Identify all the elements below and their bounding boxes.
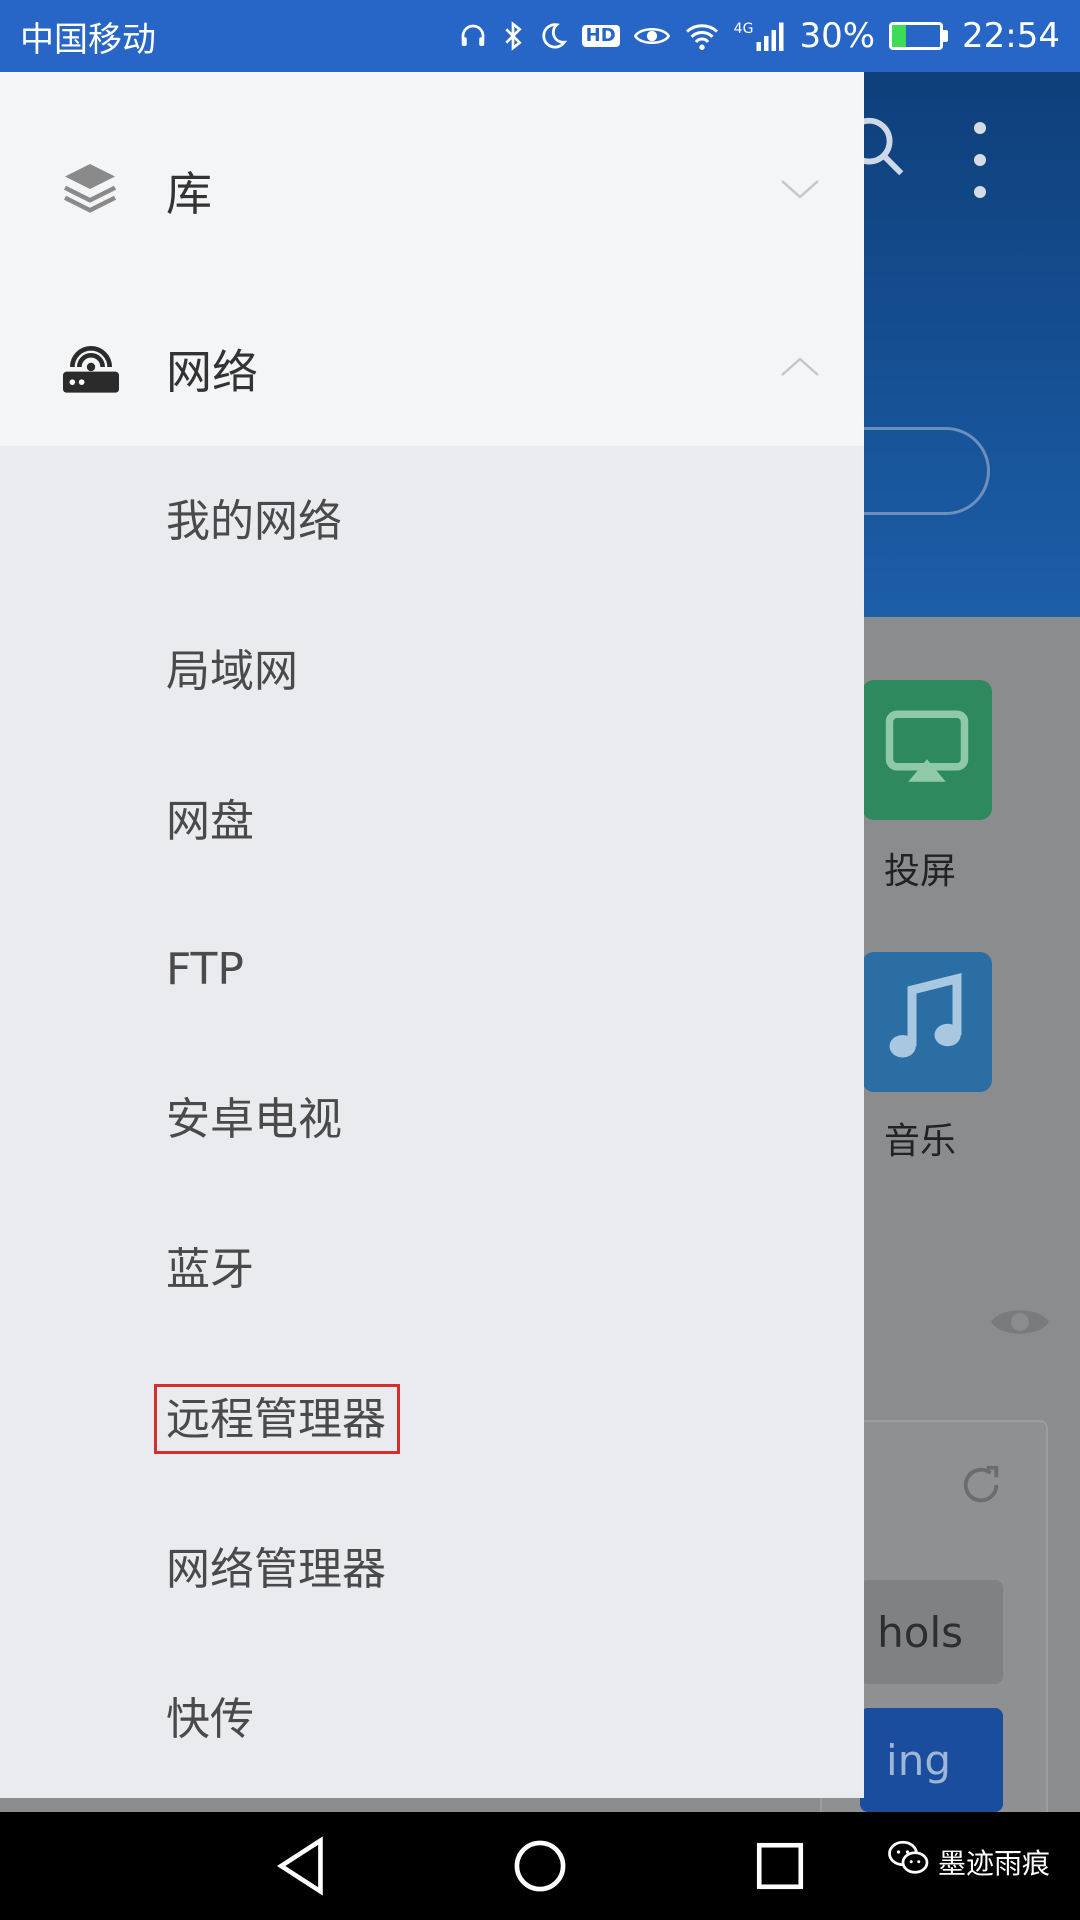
hd-icon: HD [581,25,620,47]
carrier-name: 中国移动 [20,19,156,60]
moon-icon [538,21,568,51]
chevron-up-icon[interactable] [780,355,820,383]
section-library[interactable]: 库 [0,116,864,266]
cast-icon [882,703,972,797]
system-nav-bar: 墨迹雨痕 [0,1812,1080,1920]
network-item-lan[interactable]: 局域网 [166,642,298,702]
layers-icon [60,159,120,223]
section-library-label: 库 [166,167,212,221]
network-item-android-tv[interactable]: 安卓电视 [166,1090,342,1150]
background-button-2-label: ing [886,1735,951,1785]
music-label: 音乐 [884,1121,957,1162]
clock: 22:54 [962,16,1060,56]
network-item-bluetooth[interactable]: 蓝牙 [166,1240,254,1300]
network-item-network-manager[interactable]: 网络管理器 [166,1540,386,1600]
network-item-quick-transfer[interactable]: 快传 [166,1690,254,1750]
watermark: 墨迹雨痕 [888,1840,1050,1883]
status-bar: 中国移动 HD 4G 30% 22:54 [0,0,1080,72]
network-type-label: 4G [733,21,754,37]
section-network-label: 网络 [166,345,258,399]
battery-icon [889,22,949,50]
network-item-ftp[interactable]: FTP [166,940,244,1000]
network-item-my-network[interactable]: 我的网络 [166,492,342,552]
bluetooth-icon [502,20,524,52]
background-button-1[interactable]: hols [860,1580,1003,1684]
cast-tile[interactable] [862,680,992,820]
wechat-icon [888,1840,930,1883]
navigation-drawer: 库 网络 我的网络 局域网 网盘 FTP 安卓电视 蓝牙 远程管理器 网络管理器… [0,72,864,1798]
more-options-icon[interactable] [960,122,1000,218]
wifi-icon [684,21,720,51]
eye-icon [633,23,670,49]
home-icon[interactable] [512,1836,568,1900]
eye-icon[interactable] [988,1302,1052,1346]
router-icon [60,339,122,399]
watermark-text: 墨迹雨痕 [938,1846,1051,1880]
network-item-cloud-drive[interactable]: 网盘 [166,792,254,852]
back-icon[interactable] [274,1836,330,1900]
music-tile[interactable] [862,952,992,1092]
cast-label: 投屏 [884,851,957,892]
headphones-icon [458,21,488,51]
background-button-2[interactable]: ing [860,1708,1003,1812]
recents-icon[interactable] [752,1836,808,1900]
refresh-icon[interactable] [958,1462,1004,1512]
chevron-down-icon[interactable] [780,177,820,205]
signal-icon: 4G [734,21,786,51]
battery-percent: 30% [799,16,876,56]
music-note-icon [882,970,972,1074]
section-network[interactable]: 网络 [0,294,864,444]
drawer-header: 库 网络 [0,72,864,446]
background-button-1-label: hols [877,1607,963,1657]
network-item-remote-manager[interactable]: 远程管理器 [154,1384,400,1454]
